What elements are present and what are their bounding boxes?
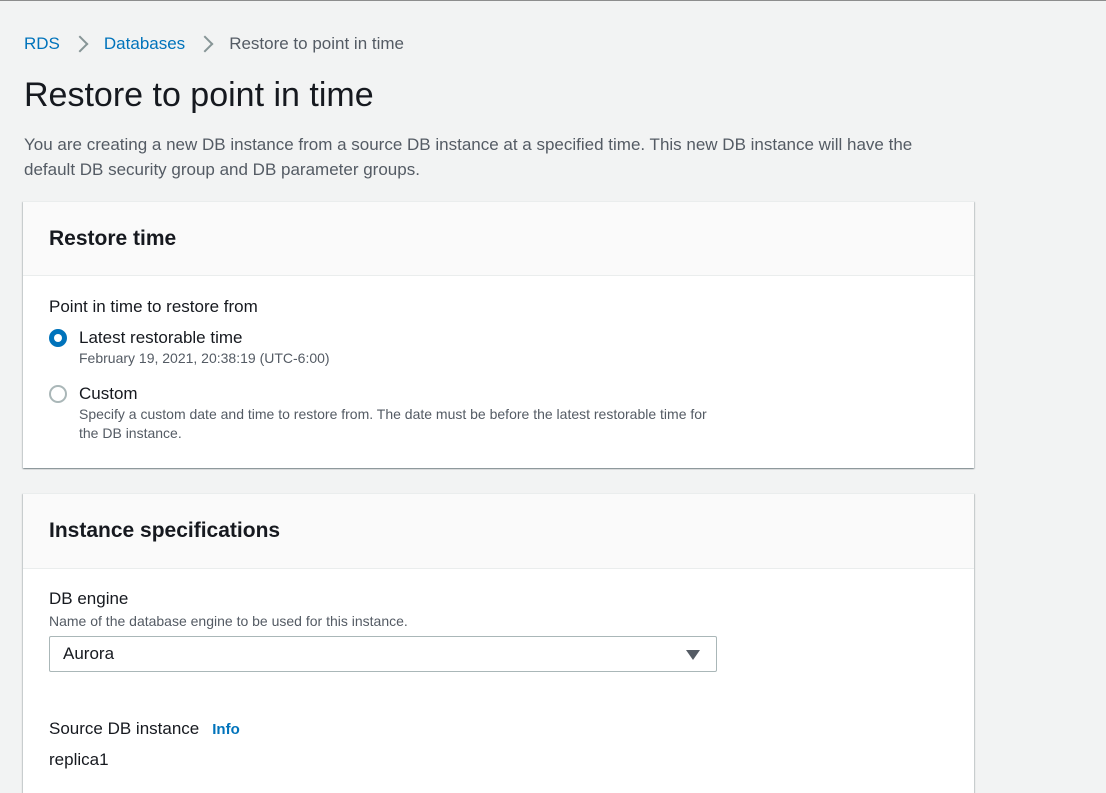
restore-time-title: Restore time	[49, 226, 177, 250]
source-db-instance-label: Source DB instance	[49, 719, 200, 738]
chevron-right-icon	[196, 35, 214, 53]
breadcrumb-current: Restore to point in time	[229, 34, 404, 53]
page-title: Restore to point in time	[24, 76, 374, 114]
radio-latest-description: February 19, 2021, 20:38:19 (UTC-6:00)	[79, 350, 330, 366]
radio-custom-label: Custom	[79, 384, 138, 403]
chevron-right-icon	[71, 35, 89, 53]
breadcrumb: RDS Databases Restore to point in time	[24, 34, 404, 54]
caret-down-icon	[686, 650, 700, 660]
radio-option-custom[interactable]: Custom Specify a custom date and time to…	[49, 383, 719, 443]
radio-unchecked-icon[interactable]	[49, 385, 67, 403]
source-db-instance-label-row: Source DB instance Info	[49, 718, 240, 741]
instance-specifications-header: Instance specifications	[23, 494, 974, 569]
db-engine-description: Name of the database engine to be used f…	[49, 613, 408, 629]
breadcrumb-databases-link[interactable]: Databases	[104, 34, 185, 54]
restore-time-header: Restore time	[23, 202, 974, 276]
restore-point-label: Point in time to restore from	[49, 297, 258, 316]
radio-checked-icon[interactable]	[49, 329, 67, 347]
db-engine-select[interactable]: Aurora	[49, 636, 717, 672]
source-db-instance-value: replica1	[49, 750, 109, 769]
radio-latest-label: Latest restorable time	[79, 328, 243, 347]
instance-specifications-panel: Instance specifications DB engine Name o…	[23, 493, 974, 793]
db-engine-label: DB engine	[49, 589, 129, 608]
instance-specifications-title: Instance specifications	[49, 519, 281, 542]
radio-option-latest[interactable]: Latest restorable time February 19, 2021…	[49, 327, 719, 368]
radio-custom-description: Specify a custom date and time to restor…	[79, 406, 707, 441]
page-description: You are creating a new DB instance from …	[24, 135, 913, 179]
db-engine-selected-value: Aurora	[63, 644, 115, 663]
info-link[interactable]: Info	[212, 721, 240, 738]
restore-time-panel: Restore time Point in time to restore fr…	[23, 201, 974, 468]
breadcrumb-rds-link[interactable]: RDS	[24, 34, 60, 54]
